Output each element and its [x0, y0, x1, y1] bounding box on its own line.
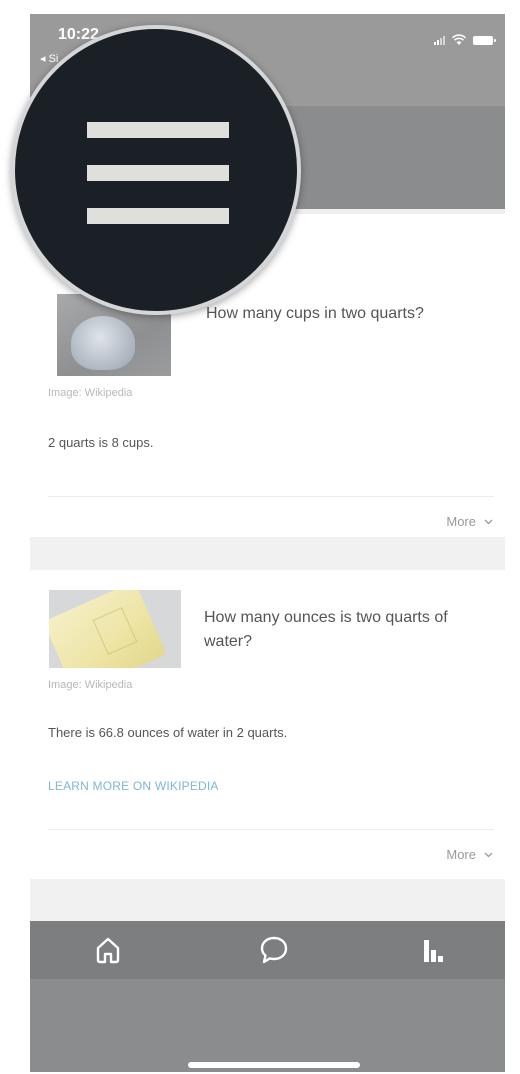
battery-icon [473, 35, 496, 45]
wifi-icon [452, 34, 466, 45]
chat-bubble-icon[interactable] [259, 935, 289, 965]
more-label: More [446, 514, 476, 529]
divider [48, 829, 494, 830]
chevron-down-icon [484, 852, 493, 857]
home-indicator-area [30, 979, 505, 1072]
menu-line [87, 208, 229, 224]
image-source-2: Image: Wikipedia [48, 679, 133, 691]
menu-line [87, 122, 229, 138]
home-icon[interactable] [94, 935, 122, 965]
image-source-1: Image: Wikipedia [48, 387, 133, 399]
result-question-2: How many ounces is two quarts of water? [204, 609, 448, 650]
bar-chart-icon[interactable] [419, 935, 449, 965]
bottom-nav-bar [30, 921, 505, 979]
measuring-cup-picture [71, 316, 135, 370]
result-image-2[interactable] [49, 590, 181, 668]
more-button-1[interactable]: More [446, 514, 493, 529]
back-to-app-link[interactable]: ◂ Si [40, 52, 58, 65]
chevron-down-icon [484, 519, 493, 524]
more-button-2[interactable]: More [446, 847, 493, 862]
more-label: More [446, 847, 476, 862]
learn-more-wikipedia-link[interactable]: LEARN MORE ON WIKIPEDIA [48, 779, 219, 793]
status-icons [434, 34, 496, 46]
signal-icon [434, 35, 445, 45]
home-indicator[interactable] [188, 1062, 360, 1068]
result-answer-1: 2 quarts is 8 cups. [48, 435, 154, 450]
result-question-1: How many cups in two quarts? [206, 305, 424, 322]
divider [48, 496, 494, 497]
result-card-2: How many ounces is two quarts of water? … [30, 570, 505, 879]
menu-magnifier-callout[interactable] [11, 25, 301, 315]
result-answer-2: There is 66.8 ounces of water in 2 quart… [48, 725, 288, 740]
menu-line [87, 165, 229, 181]
